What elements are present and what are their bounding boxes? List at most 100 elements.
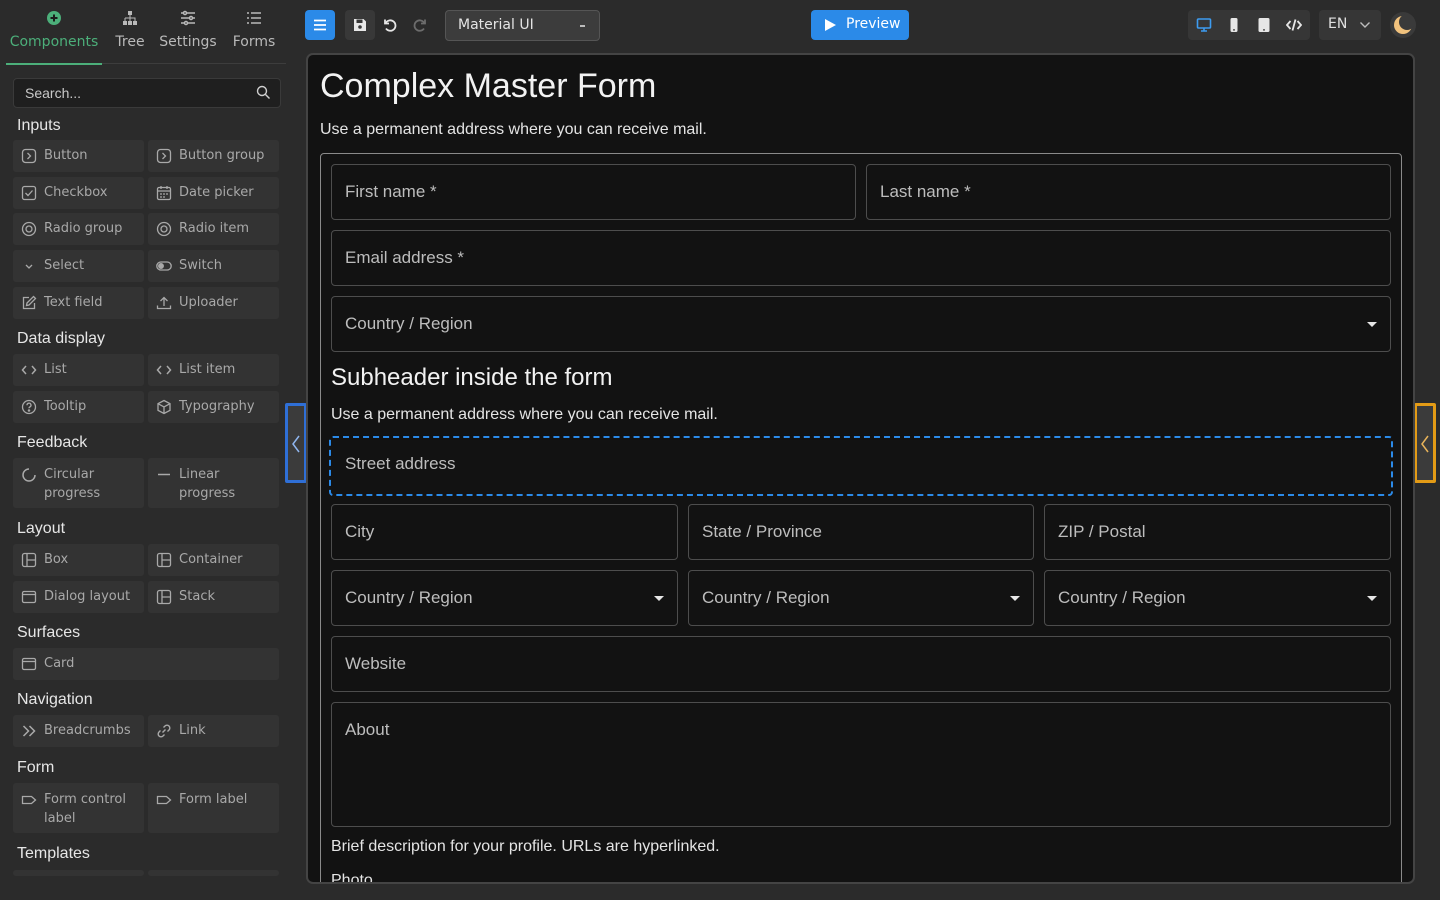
edit-icon <box>22 295 37 310</box>
language-value: EN <box>1328 16 1348 32</box>
component-template-partial <box>148 870 279 876</box>
theme-toggle-button[interactable] <box>1390 12 1416 38</box>
component-list[interactable]: List <box>13 354 144 386</box>
tab-label: Tree <box>115 34 145 50</box>
chevron-down-icon <box>1360 22 1370 28</box>
window-icon <box>21 590 37 604</box>
component-link[interactable]: Link <box>148 715 279 747</box>
component-switch[interactable]: Switch <box>148 250 279 282</box>
button-icon <box>21 148 37 164</box>
tab-forms[interactable]: Forms <box>228 10 280 62</box>
country-select[interactable]: Country / Region <box>331 296 1391 352</box>
collapse-left-panel-handle[interactable] <box>285 403 307 483</box>
mobile-view-button[interactable] <box>1219 10 1249 40</box>
component-uploader[interactable]: Uploader <box>148 287 279 319</box>
spinner-icon <box>22 468 36 482</box>
component-label: Breadcrumbs <box>44 723 131 738</box>
monitor-icon <box>1196 18 1212 32</box>
preview-button[interactable]: Preview <box>811 10 909 40</box>
component-form-label[interactable]: Form label <box>148 783 279 833</box>
component-button[interactable]: Button <box>13 140 144 172</box>
state-province-field[interactable]: State / Province <box>688 504 1034 560</box>
street-address-field[interactable]: Street address <box>329 436 1393 496</box>
ui-library-select[interactable]: Material UI <box>445 10 600 41</box>
save-button[interactable] <box>345 10 375 40</box>
smartphone-icon <box>1230 18 1238 32</box>
form-subheader: Subheader inside the form <box>331 364 613 391</box>
redo-button[interactable] <box>405 10 435 40</box>
component-button-group[interactable]: Button group <box>148 140 279 172</box>
component-form-control-label[interactable]: Form control label <box>13 783 144 833</box>
component-typography[interactable]: Typography <box>148 391 279 423</box>
layout-icon <box>156 552 172 568</box>
code-icon <box>1286 19 1302 31</box>
help-circle-icon <box>21 399 37 415</box>
search-icon[interactable] <box>256 85 271 104</box>
component-dialog-layout[interactable]: Dialog layout <box>13 581 144 613</box>
language-select[interactable]: EN <box>1319 10 1381 40</box>
code-view-button[interactable] <box>1279 10 1309 40</box>
field-label: Country / Region <box>1058 588 1186 607</box>
country-select-b[interactable]: Country / Region <box>688 570 1034 626</box>
tab-settings[interactable]: Settings <box>156 10 220 62</box>
menu-button[interactable] <box>305 10 335 40</box>
collapse-right-panel-handle[interactable] <box>1414 403 1436 483</box>
cube-icon <box>157 399 171 415</box>
component-box[interactable]: Box <box>13 544 144 576</box>
component-label: Tooltip <box>44 399 87 414</box>
component-label: Form control label <box>44 792 126 826</box>
city-field[interactable]: City <box>331 504 678 560</box>
component-label: List <box>44 362 67 377</box>
tab-components[interactable]: Components <box>6 10 102 65</box>
tablet-view-button[interactable] <box>1249 10 1279 40</box>
component-text-field[interactable]: Text field <box>13 287 144 319</box>
radio-icon <box>156 221 172 237</box>
component-container[interactable]: Container <box>148 544 279 576</box>
component-breadcrumbs[interactable]: Breadcrumbs <box>13 715 144 747</box>
component-card[interactable]: Card <box>13 648 279 680</box>
component-select[interactable]: Select <box>13 250 144 282</box>
component-checkbox[interactable]: Checkbox <box>13 177 144 209</box>
link-icon <box>157 724 171 738</box>
component-radio-group[interactable]: Radio group <box>13 213 144 245</box>
email-field[interactable]: Email address * <box>331 230 1391 286</box>
category-surfaces: Surfaces <box>17 624 81 641</box>
component-label: Link <box>179 723 206 738</box>
component-circular-progress[interactable]: Circular progress <box>13 458 144 508</box>
first-name-field[interactable]: First name * <box>331 164 856 220</box>
tab-label: Forms <box>232 34 276 50</box>
preview-label: Preview <box>846 16 901 32</box>
caret-down-icon <box>580 25 585 27</box>
tab-tree[interactable]: Tree <box>108 10 152 62</box>
field-label: First name * <box>345 182 437 201</box>
component-linear-progress[interactable]: Linear progress <box>148 458 279 508</box>
zip-postal-field[interactable]: ZIP / Postal <box>1044 504 1391 560</box>
window-icon <box>21 657 37 671</box>
caret-down-icon <box>1367 596 1377 601</box>
component-search <box>13 78 281 108</box>
component-list-item[interactable]: List item <box>148 354 279 386</box>
component-tooltip[interactable]: Tooltip <box>13 391 144 423</box>
form-container: First name * Last name * Email address *… <box>320 153 1402 882</box>
play-icon <box>825 19 836 31</box>
design-canvas: Complex Master Form Use a permanent addr… <box>306 53 1415 884</box>
caret-down-icon <box>654 596 664 601</box>
website-field[interactable]: Website <box>331 636 1391 692</box>
checkbox-icon <box>21 185 37 201</box>
caret-down-icon <box>1010 596 1020 601</box>
last-name-field[interactable]: Last name * <box>866 164 1391 220</box>
caret-down-icon <box>1367 322 1377 327</box>
category-templates: Templates <box>17 845 90 862</box>
component-date-picker[interactable]: Date picker <box>148 177 279 209</box>
field-label: Email address * <box>345 248 465 267</box>
desktop-view-button[interactable] <box>1189 10 1219 40</box>
component-label: Stack <box>179 589 215 604</box>
component-radio-item[interactable]: Radio item <box>148 213 279 245</box>
moon-icon <box>1394 14 1414 34</box>
about-textarea[interactable]: About <box>331 702 1391 827</box>
undo-button[interactable] <box>375 10 405 40</box>
country-select-c[interactable]: Country / Region <box>1044 570 1391 626</box>
search-input[interactable] <box>14 79 250 107</box>
component-stack[interactable]: Stack <box>148 581 279 613</box>
country-select-a[interactable]: Country / Region <box>331 570 678 626</box>
